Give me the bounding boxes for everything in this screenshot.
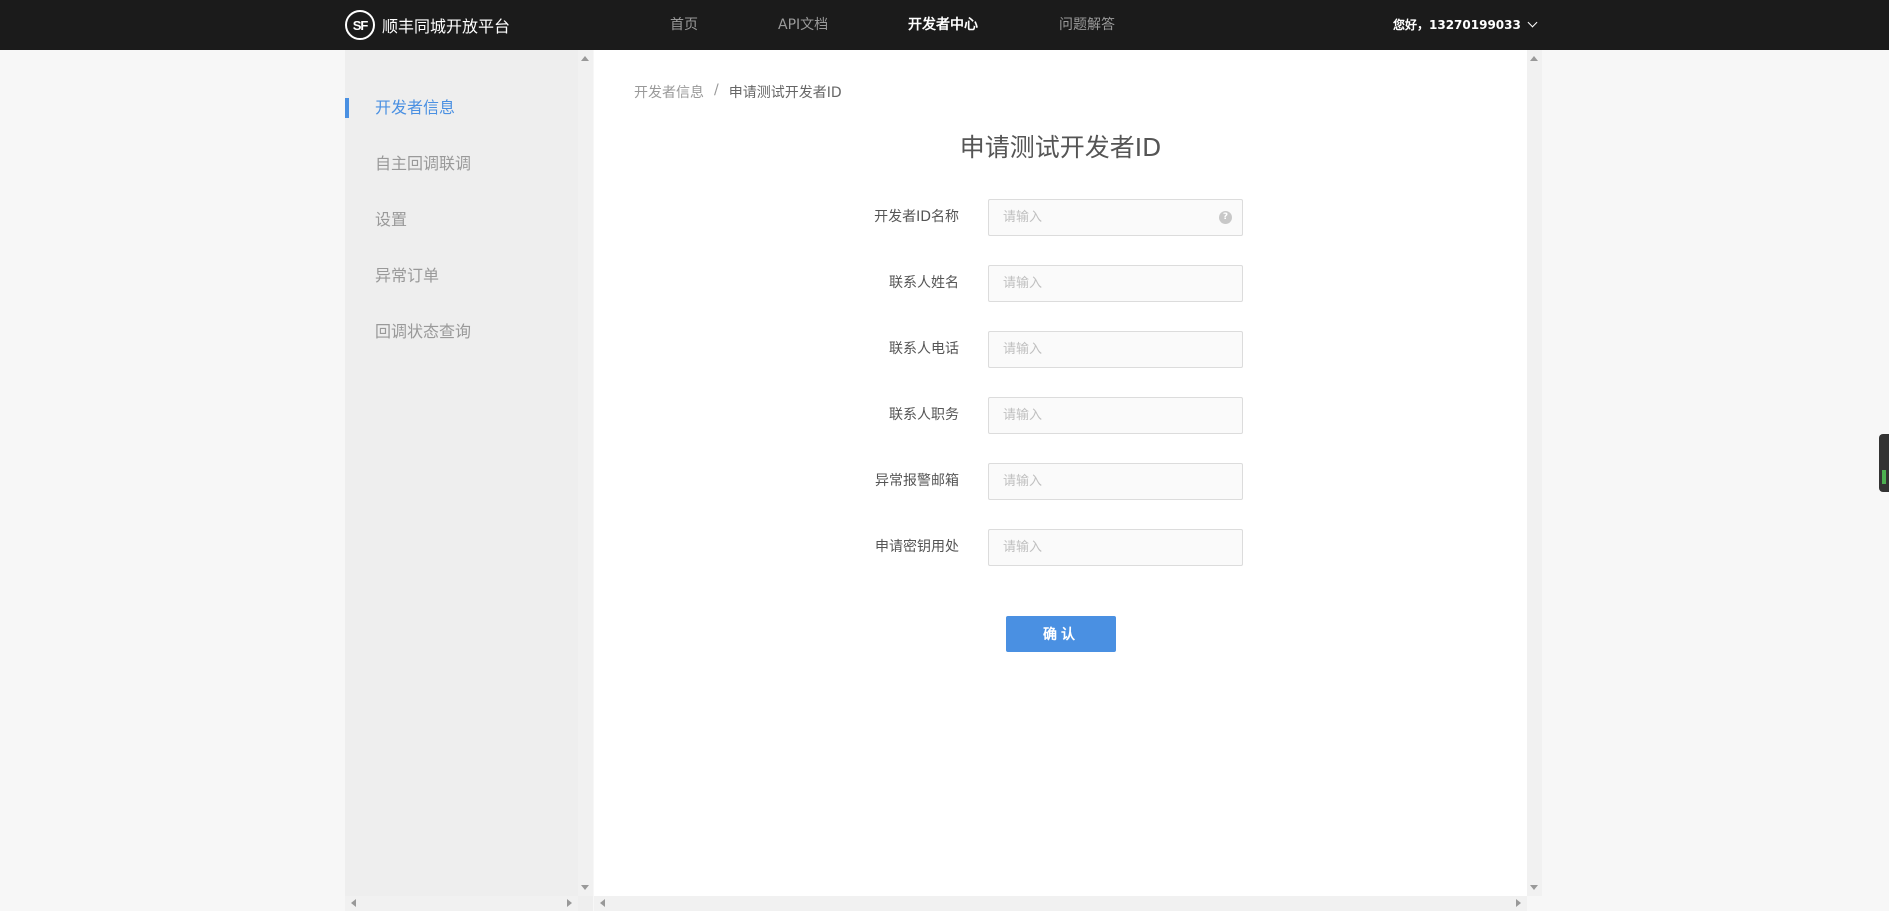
field-label: 联系人电话 (889, 341, 959, 357)
contact-position-input[interactable] (988, 397, 1243, 434)
scroll-down-arrow-icon[interactable] (581, 885, 589, 890)
page-title: 申请测试开发者ID (959, 133, 1162, 162)
key-purpose-input[interactable] (988, 529, 1243, 566)
floating-side-widget[interactable] (1879, 434, 1889, 492)
nav-faq[interactable]: 问题解答 (1059, 0, 1115, 50)
developer-id-name-input[interactable] (988, 199, 1243, 236)
alert-email-input[interactable] (988, 463, 1243, 500)
sf-logo-icon: SF (345, 10, 375, 40)
scroll-up-arrow-icon[interactable] (581, 56, 589, 61)
scroll-up-arrow-icon[interactable] (1530, 56, 1538, 61)
form-row: 异常报警邮箱 (594, 463, 1527, 500)
user-menu[interactable]: 您好，13270199033 (1393, 0, 1538, 50)
nav-home[interactable]: 首页 (670, 0, 698, 50)
help-icon[interactable]: ? (1219, 211, 1232, 224)
field-label: 联系人职务 (889, 407, 959, 423)
scroll-right-arrow-icon[interactable] (567, 899, 572, 907)
sidebar-vertical-scrollbar[interactable] (578, 50, 593, 896)
sidebar-item-settings[interactable]: 设置 (375, 209, 407, 231)
sidebar-item-callback-status[interactable]: 回调状态查询 (375, 321, 471, 343)
contact-name-input[interactable] (988, 265, 1243, 302)
user-greeting: 您好，13270199033 (1393, 18, 1521, 32)
nav-developer-center[interactable]: 开发者中心 (908, 0, 978, 50)
site-title: 顺丰同城开放平台 (382, 17, 511, 36)
active-indicator (345, 98, 349, 118)
breadcrumb-parent[interactable]: 开发者信息 (634, 82, 704, 102)
contact-phone-input[interactable] (988, 331, 1243, 368)
scroll-right-arrow-icon[interactable] (1516, 899, 1521, 907)
field-label: 开发者ID名称 (874, 209, 959, 225)
field-label: 异常报警邮箱 (875, 473, 959, 489)
form-row: 联系人姓名 (594, 265, 1527, 302)
status-bars-icon (1882, 470, 1886, 484)
sidebar-item-abnormal-orders[interactable]: 异常订单 (375, 265, 439, 287)
field-label: 申请密钥用处 (875, 539, 959, 555)
content-vertical-scrollbar[interactable] (1527, 50, 1542, 896)
content-horizontal-scrollbar[interactable] (594, 896, 1527, 911)
breadcrumb-current: 申请测试开发者ID (728, 85, 842, 101)
sidebar-item-callback-debug[interactable]: 自主回调联调 (375, 153, 471, 175)
sidebar-item-developer-info[interactable]: 开发者信息 (375, 97, 455, 119)
confirm-button[interactable]: 确认 (1006, 616, 1116, 652)
top-navbar: SF 顺丰同城开放平台 首页 API文档 开发者中心 问题解答 您好，13270… (0, 0, 1889, 50)
form-row: 联系人职务 (594, 397, 1527, 434)
form-row: 开发者ID名称 ? (594, 199, 1527, 236)
scroll-down-arrow-icon[interactable] (1530, 885, 1538, 890)
nav-api-docs[interactable]: API文档 (778, 0, 828, 50)
field-label: 联系人姓名 (889, 275, 959, 291)
breadcrumb-separator: / (714, 82, 719, 98)
breadcrumb: 开发者信息 / 申请测试开发者ID (634, 82, 842, 102)
main-content: 开发者信息 / 申请测试开发者ID 申请测试开发者ID 开发者ID名称 ? 联系… (594, 50, 1527, 896)
logo[interactable]: SF 顺丰同城开放平台 (345, 10, 510, 40)
sidebar-horizontal-scrollbar[interactable] (345, 896, 578, 911)
chevron-down-icon (1527, 17, 1538, 28)
form-row: 联系人电话 (594, 331, 1527, 368)
form-row: 申请密钥用处 (594, 529, 1527, 566)
scroll-left-arrow-icon[interactable] (600, 899, 605, 907)
sidebar: 开发者信息 自主回调联调 设置 异常订单 回调状态查询 (345, 50, 593, 911)
scroll-left-arrow-icon[interactable] (351, 899, 356, 907)
